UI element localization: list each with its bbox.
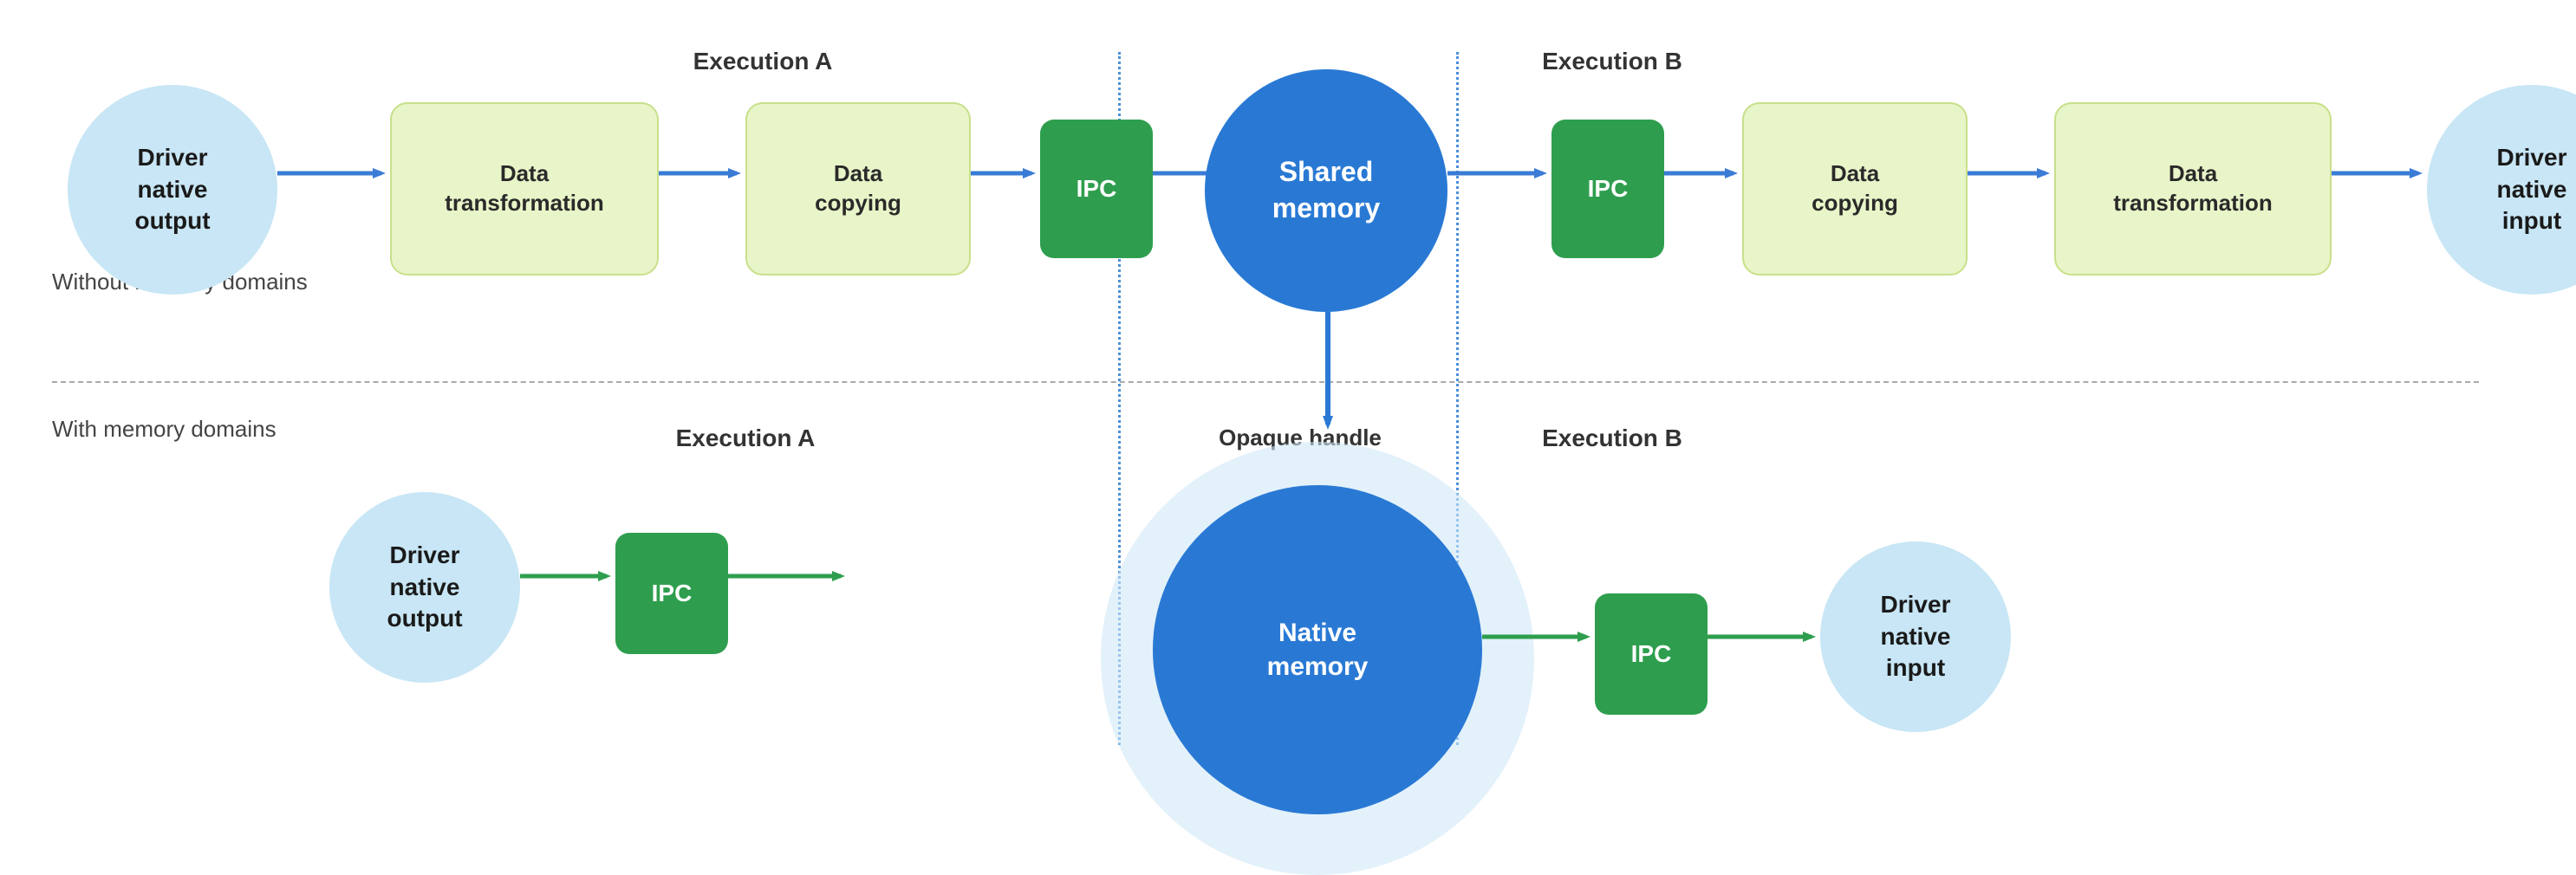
exec-b-label-top: Execution B: [1508, 48, 1716, 75]
ipc-bot-left: IPC: [615, 533, 728, 654]
ipc-top-left: IPC: [1040, 120, 1153, 258]
ipc-top-right: IPC: [1551, 120, 1664, 258]
arrow-bot-3: [1482, 628, 1595, 645]
arrow-7: [1968, 165, 2054, 182]
arrow-3: [971, 165, 1040, 182]
data-transformation-top-right: Data transformation: [2054, 102, 2332, 275]
exec-a-label-bot: Execution A: [641, 425, 849, 452]
driver-native-output-bot: Driver native output: [329, 492, 520, 683]
data-copying-top-right: Data copying: [1742, 102, 1968, 275]
shared-memory: Shared memory: [1205, 69, 1447, 312]
driver-native-output-top: Driver native output: [68, 85, 277, 295]
arrow-5: [1447, 165, 1551, 182]
exec-a-label-top: Execution A: [659, 48, 867, 75]
section-divider: [52, 381, 2479, 383]
data-transformation-top-left: Data transformation: [390, 102, 659, 275]
driver-native-input-bot: Driver native input: [1820, 541, 2011, 732]
exec-b-label-bot: Execution B: [1508, 425, 1716, 452]
arrow-bot-1: [520, 567, 615, 585]
arrow-2: [659, 165, 745, 182]
section-label-bottom: With memory domains: [52, 416, 276, 443]
arrow-8: [2332, 165, 2427, 182]
data-copying-top-left: Data copying: [745, 102, 971, 275]
arrow-bot-2: [728, 567, 849, 585]
arrow-down-shared: [1319, 312, 1337, 433]
driver-native-input-top: Driver native input: [2427, 85, 2576, 295]
native-memory: Native memory: [1153, 485, 1482, 814]
diagram-container: Without memory domains With memory domai…: [0, 0, 2576, 795]
ipc-bot-right: IPC: [1595, 593, 1708, 715]
arrow-1: [277, 165, 390, 182]
arrow-bot-4: [1708, 628, 1820, 645]
arrow-6: [1664, 165, 1742, 182]
